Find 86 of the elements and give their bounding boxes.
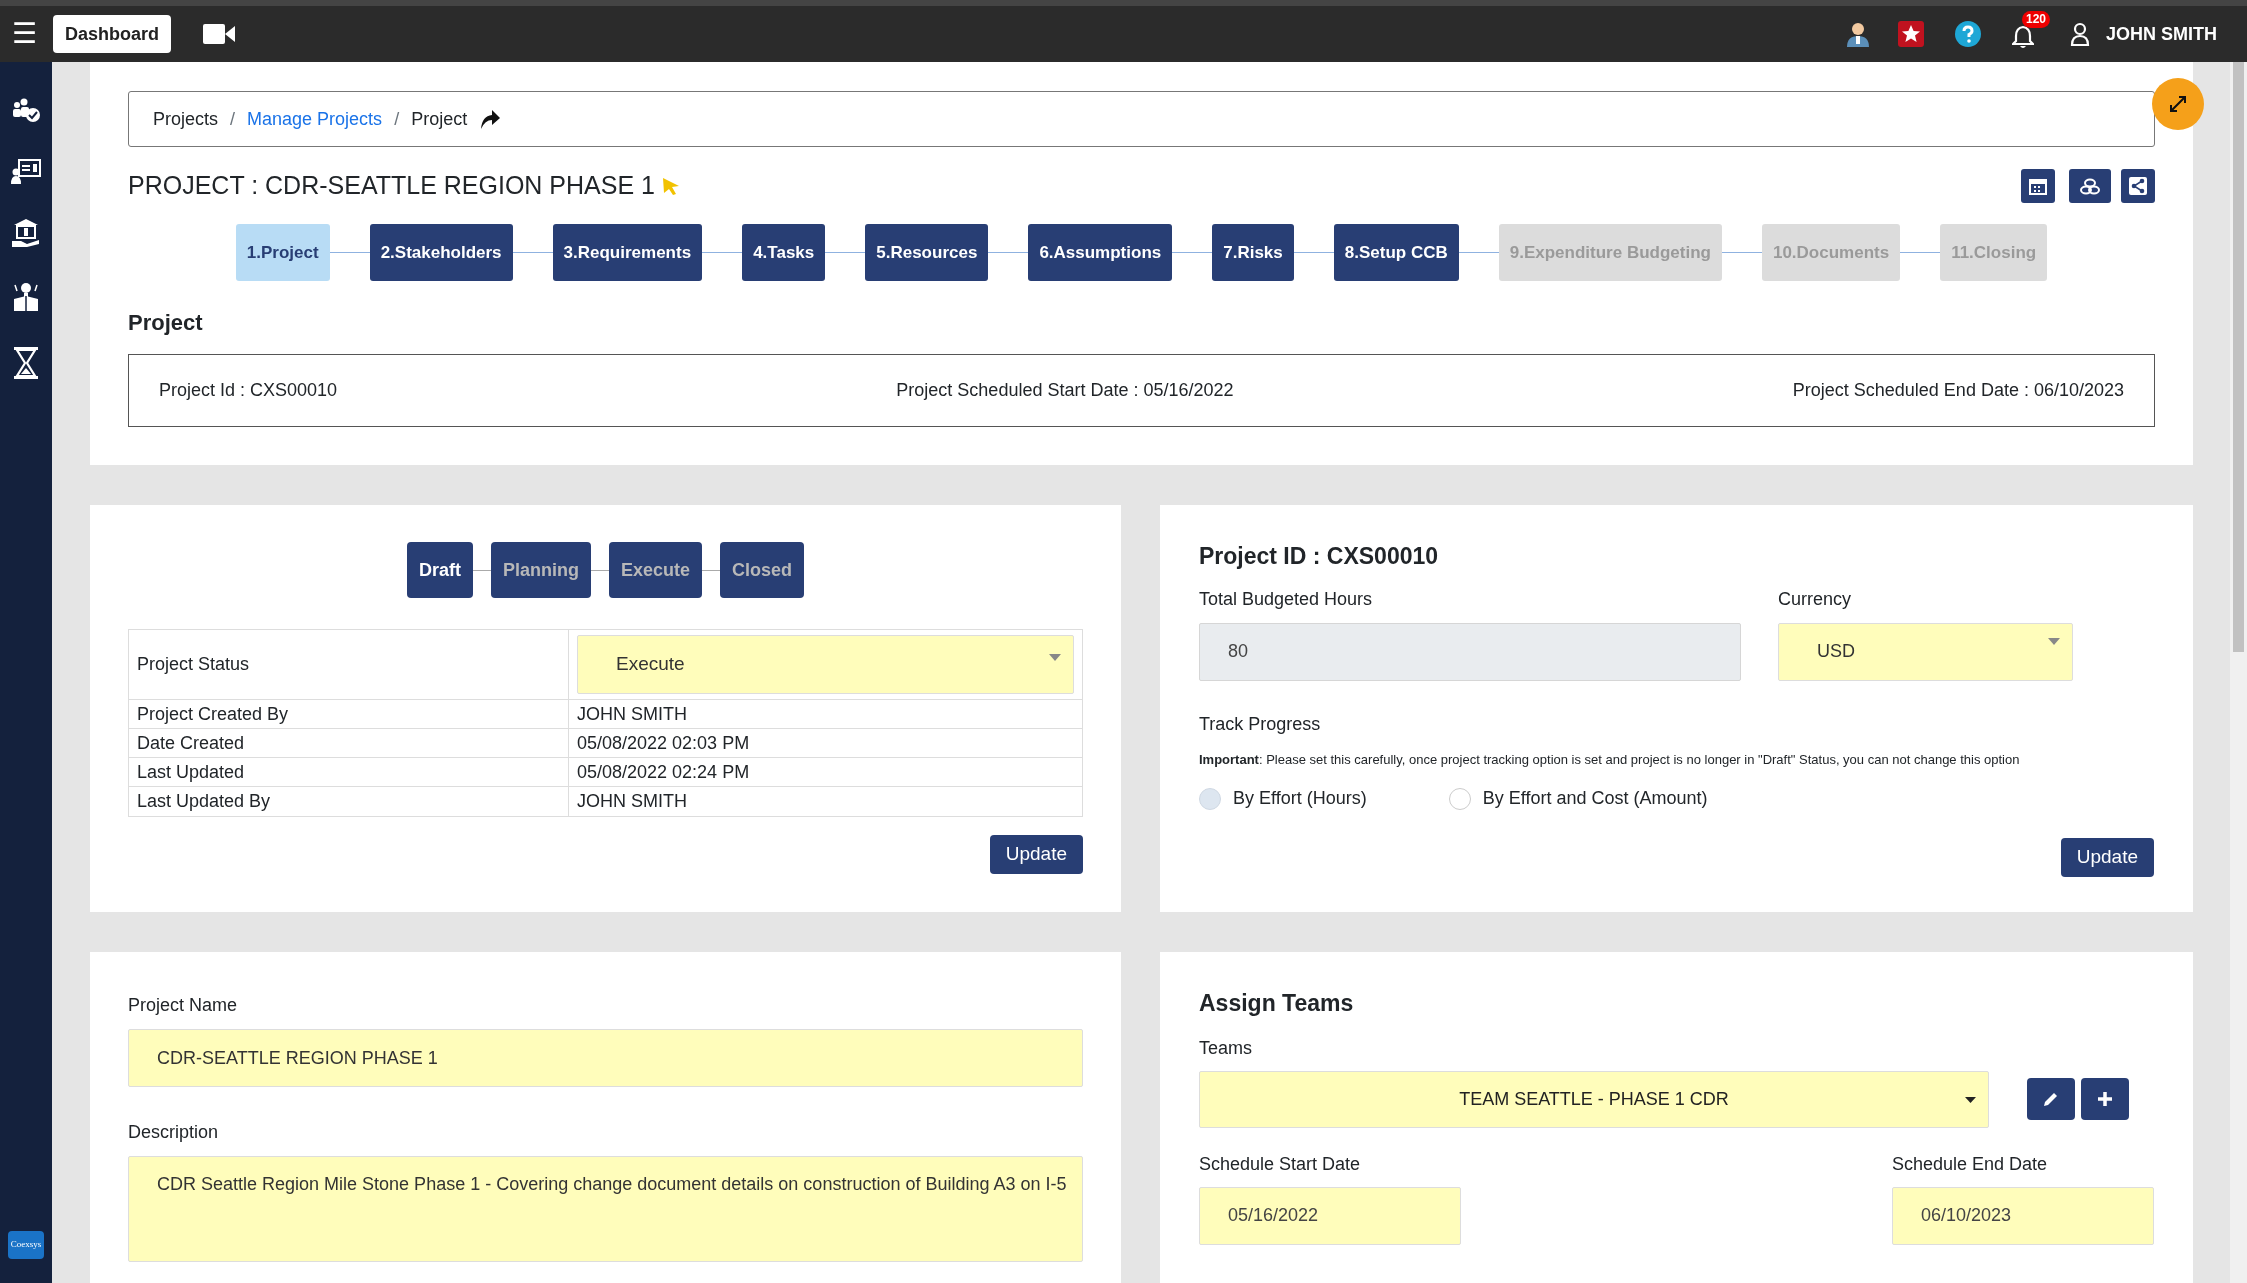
bank-hand-icon[interactable] — [11, 218, 41, 248]
important-note: Important: Please set this carefully, once project tracking option is set and project is no longer in "Draft" Status, you can not change this option — [1199, 750, 2021, 769]
field-label: Teams — [1199, 1036, 1253, 1060]
breadcrumb-link[interactable]: Manage Projects — [247, 105, 383, 133]
user-name[interactable]: JOHN SMITH — [2106, 20, 2217, 48]
field-label: Project Name — [128, 994, 239, 1017]
step-tab[interactable]: 2.Stakeholders — [369, 224, 513, 281]
table-cell-text: 05/08/2022 02:24 PM — [577, 760, 750, 784]
field-label: Schedule Start Date — [1199, 1152, 1362, 1176]
calendar-button[interactable] — [2021, 169, 2055, 203]
logo-button[interactable]: Coexsys — [8, 1231, 44, 1259]
update-button[interactable]: Update — [989, 835, 1083, 874]
menu-icon[interactable]: ☰ — [12, 20, 37, 48]
breadcrumb-separator: / — [394, 107, 400, 131]
radio-button[interactable] — [1199, 787, 1221, 810]
stage-button[interactable]: Execute — [608, 542, 702, 598]
section-heading: Project — [128, 309, 204, 337]
expand-icon — [2169, 95, 2187, 113]
radio-button[interactable] — [1448, 787, 1471, 810]
step-tab[interactable]: 4.Tasks — [742, 224, 826, 281]
user-icon[interactable] — [2070, 22, 2090, 46]
description-field[interactable]: CDR Seattle Region Mile Stone Phase 1 - Covering change document details on construction of Building A3 on I-5 — [128, 1156, 1083, 1262]
field-label: Total Budgeted Hours — [1199, 587, 1374, 611]
breadcrumb-item: Projects — [153, 107, 219, 131]
field-label: Description — [128, 1121, 220, 1144]
step-tab[interactable]: 1.Project — [235, 224, 330, 281]
end-date-field[interactable]: 06/10/2023 — [1892, 1186, 2154, 1245]
project-name-field[interactable]: CDR-SEATTLE REGION PHASE 1 — [128, 1029, 1083, 1087]
step-tab[interactable]: 6.Assumptions — [1028, 224, 1173, 281]
scrollbar[interactable] — [2230, 62, 2247, 1283]
dropdown-arrow-icon — [1049, 654, 1061, 661]
table-label: Last Updated — [137, 760, 245, 784]
field-label: Schedule End Date — [1892, 1152, 2049, 1176]
table-label: Project Status — [137, 653, 250, 676]
start-date-text: Project Scheduled Start Date : 05/16/2022 — [896, 379, 1234, 402]
breadcrumb-separator: / — [230, 107, 236, 131]
share-icon — [2127, 175, 2149, 197]
team-icon[interactable] — [11, 96, 41, 124]
presentation-icon[interactable] — [11, 158, 41, 184]
field-label: Track Progress — [1199, 712, 1322, 736]
notification-badge: 120 — [2022, 11, 2050, 28]
table-cell-text: JOHN SMITH — [577, 702, 687, 726]
person-icon[interactable] — [1844, 20, 1872, 48]
bell-icon[interactable] — [2012, 25, 2034, 49]
help-icon[interactable] — [1954, 20, 1982, 48]
step-tab[interactable]: 8.Setup CCB — [1333, 224, 1459, 281]
table-cell-text: JOHN SMITH — [577, 790, 687, 813]
breadcrumb-item: Project — [411, 107, 468, 131]
dashboard-button[interactable]: Dashboard — [53, 15, 172, 53]
dropdown-arrow-icon — [1965, 1096, 1976, 1103]
table-label: Project Created By — [137, 702, 289, 726]
share-arrow-icon[interactable] — [479, 108, 502, 130]
status-select[interactable]: Execute — [577, 635, 1074, 694]
update-button[interactable]: Update — [2060, 838, 2154, 877]
card-heading: Assign Teams — [1199, 989, 1355, 1018]
table-label: Date Created — [137, 731, 245, 755]
step-tab[interactable]: 3.Requirements — [552, 224, 703, 281]
stage-button[interactable]: Planning — [490, 542, 591, 598]
radio-label[interactable]: By Effort and Cost (Amount) — [1482, 785, 1708, 812]
page-title: PROJECT : CDR-SEATTLE REGION PHASE 1 — [128, 170, 655, 202]
start-date-field[interactable]: 05/16/2022 — [1199, 1186, 1461, 1245]
coins-button[interactable] — [2069, 169, 2111, 203]
pencil-icon — [2042, 1090, 2060, 1108]
hourglass-icon[interactable] — [13, 346, 39, 380]
end-date-text: Project Scheduled End Date : 06/10/2023 — [1792, 379, 2124, 402]
stage-button[interactable]: Draft — [406, 542, 473, 598]
step-tab[interactable]: 7.Risks — [1212, 224, 1294, 281]
add-button[interactable] — [2081, 1078, 2129, 1120]
share-button[interactable] — [2121, 169, 2155, 203]
step-tab[interactable]: 5.Resources — [865, 224, 989, 281]
edit-button[interactable] — [2027, 1078, 2075, 1120]
plus-icon — [2097, 1091, 2113, 1107]
dropdown-arrow-icon — [2048, 637, 2060, 645]
field-label: Currency — [1778, 587, 1853, 611]
pointer-icon — [660, 176, 681, 196]
project-id-text: Project Id : CXS00010 — [159, 379, 338, 402]
video-camera-icon[interactable] — [203, 23, 236, 45]
hours-field[interactable]: 80 — [1199, 622, 1741, 681]
stage-button[interactable]: Closed — [720, 542, 805, 598]
currency-select[interactable]: USD — [1778, 622, 2073, 681]
table-label: Last Updated By — [137, 790, 271, 813]
radio-label[interactable]: By Effort (Hours) — [1233, 785, 1367, 812]
table-cell-text: 05/08/2022 02:03 PM — [577, 731, 750, 755]
team-select[interactable]: TEAM SEATTLE - PHASE 1 CDR — [1199, 1070, 1989, 1128]
idea-box-icon[interactable] — [11, 282, 41, 312]
card-heading: Project ID : CXS00010 — [1199, 542, 1440, 571]
